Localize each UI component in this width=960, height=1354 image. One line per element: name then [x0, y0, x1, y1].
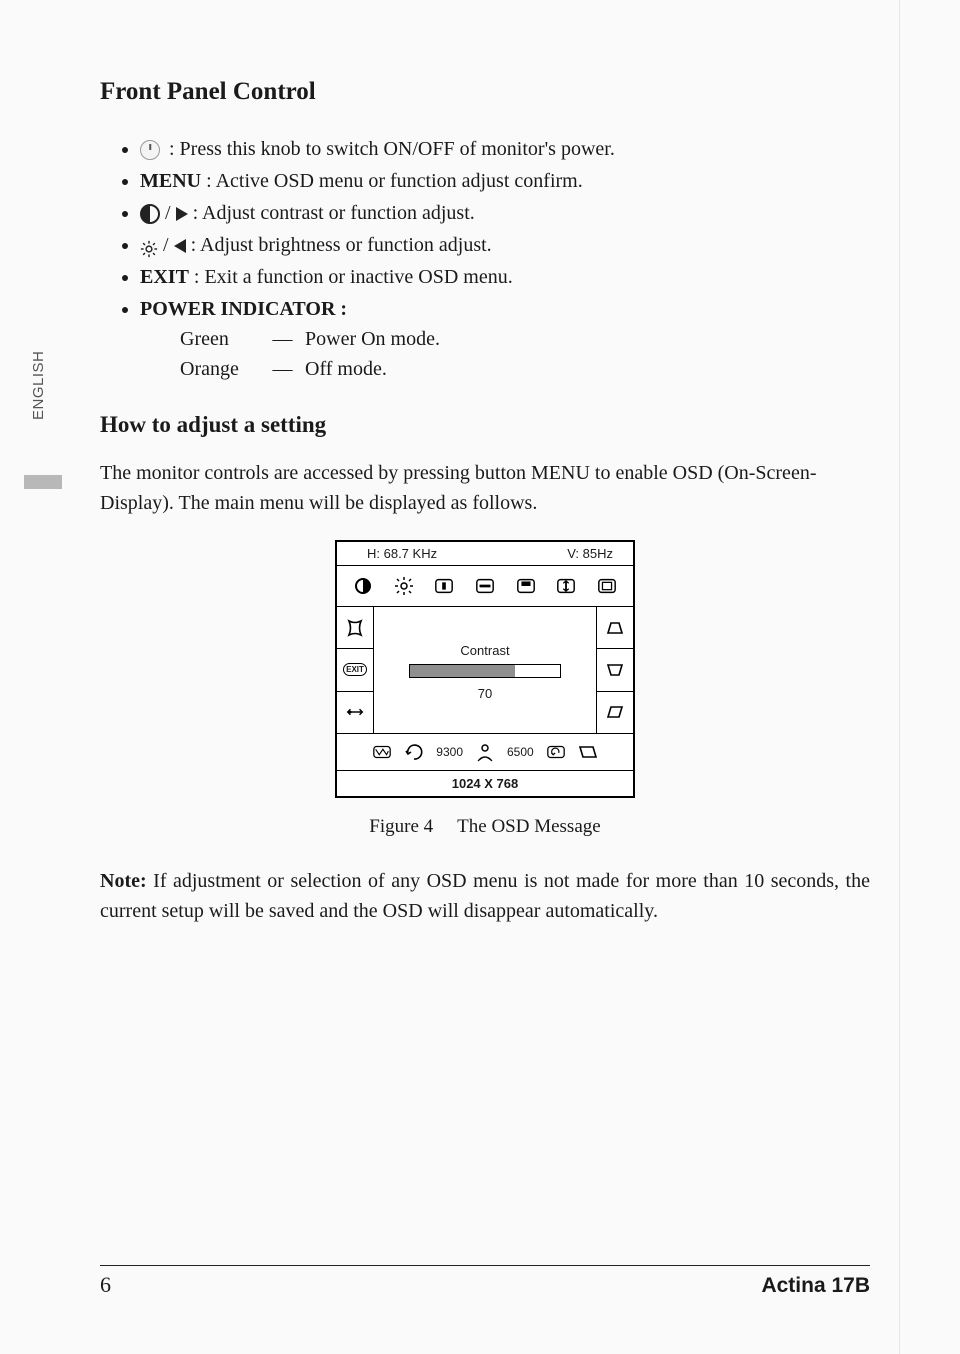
- dash2: —: [260, 354, 305, 384]
- slash2: /: [163, 234, 174, 256]
- control-item-brightness: / : Adjust brightness or function adjust…: [140, 230, 870, 260]
- osd-vsize-icon: [546, 576, 587, 596]
- brand-name: Actina 17B: [761, 1274, 870, 1298]
- section-title: Front Panel Control: [100, 78, 870, 106]
- orange-label: Orange: [180, 354, 260, 384]
- power-text: : Press this knob to switch ON/OFF of mo…: [169, 138, 615, 160]
- slash1: /: [165, 202, 176, 224]
- note-label: Note:: [100, 870, 147, 892]
- osd-move-icon: [337, 692, 373, 733]
- control-item-exit: EXIT : Exit a function or inactive OSD m…: [140, 262, 870, 292]
- intro-paragraph: The monitor controls are accessed by pre…: [100, 458, 870, 518]
- language-tab: [24, 475, 62, 489]
- menu-label: MENU: [140, 170, 201, 192]
- osd-brightness-icon: [384, 576, 425, 596]
- contrast-icon: [140, 204, 160, 224]
- osd-zoom-icon: [586, 576, 627, 596]
- osd-parallelogram2-icon: [578, 742, 598, 762]
- osd-hpos-icon: [424, 576, 465, 596]
- orange-text: Off mode.: [305, 354, 387, 384]
- osd-recall-icon: [546, 742, 566, 762]
- osd-parallelogram-icon: [597, 692, 633, 733]
- triangle-right-icon: [176, 207, 188, 221]
- brightness-text: : Adjust brightness or function adjust.: [191, 234, 492, 256]
- exit-label: EXIT: [140, 266, 189, 288]
- osd-box: H: 68.7 KHz V: 85Hz EXIT Contr: [335, 540, 635, 798]
- menu-text: : Active OSD menu or function adjust con…: [201, 170, 583, 192]
- footer: 6 Actina 17B: [100, 1272, 870, 1298]
- power-knob-icon: [140, 140, 160, 160]
- figure-caption: Figure 4 The OSD Message: [100, 816, 870, 838]
- osd-hsize-icon: [465, 576, 506, 596]
- osd-moire-icon: [372, 742, 392, 762]
- osd-contrast-icon: [343, 576, 384, 596]
- osd-value: 70: [478, 686, 492, 701]
- indicator-block: Green — Power On mode. Orange — Off mode…: [180, 324, 870, 384]
- osd-progress-bar: [409, 664, 561, 678]
- osd-exit-icon: EXIT: [337, 649, 373, 691]
- power-indicator-label: POWER INDICATOR :: [140, 298, 347, 320]
- figure-title: The OSD Message: [457, 816, 601, 837]
- triangle-left-icon: [174, 239, 186, 253]
- footer-rule: [100, 1265, 870, 1266]
- osd-bottom-row: 9300 6500: [337, 734, 633, 771]
- osd-frequency-header: H: 68.7 KHz V: 85Hz: [337, 542, 633, 566]
- control-item-power: : Press this knob to switch ON/OFF of mo…: [140, 134, 870, 164]
- osd-figure: H: 68.7 KHz V: 85Hz EXIT Contr: [335, 540, 635, 798]
- osd-pincushion-icon: [337, 607, 373, 649]
- osd-center-label: Contrast: [460, 643, 509, 658]
- osd-vpos-icon: [505, 576, 546, 596]
- contrast-text: : Adjust contrast or function adjust.: [193, 202, 475, 224]
- page-number: 6: [100, 1272, 111, 1298]
- osd-user-color-icon: [475, 742, 495, 762]
- osd-mid-row: EXIT Contrast 70: [337, 607, 633, 734]
- controls-list: : Press this knob to switch ON/OFF of mo…: [100, 134, 870, 384]
- osd-color-6500: 6500: [507, 745, 534, 759]
- osd-trapezoid-top-icon: [597, 607, 633, 649]
- dash1: —: [260, 324, 305, 354]
- osd-v-freq: V: 85Hz: [567, 546, 613, 561]
- note-paragraph: Note: If adjustment or selection of any …: [100, 866, 870, 926]
- scan-edge: [899, 0, 900, 1354]
- control-item-power-indicator: POWER INDICATOR : Green — Power On mode.…: [140, 294, 870, 384]
- osd-resolution: 1024 X 768: [337, 771, 633, 796]
- subheading-how-to-adjust: How to adjust a setting: [100, 412, 870, 438]
- osd-progress-fill: [410, 665, 515, 677]
- green-text: Power On mode.: [305, 324, 440, 354]
- osd-trapezoid-bottom-icon: [597, 649, 633, 691]
- osd-icon-row-top: [337, 566, 633, 607]
- green-label: Green: [180, 324, 260, 354]
- note-text: If adjustment or selection of any OSD me…: [100, 870, 870, 922]
- osd-h-freq: H: 68.7 KHz: [367, 546, 437, 561]
- osd-rotation-icon: [404, 742, 424, 762]
- document-page: ENGLISH Front Panel Control : Press this…: [0, 0, 960, 1354]
- osd-color-9300: 9300: [436, 745, 463, 759]
- language-label: ENGLISH: [30, 351, 47, 420]
- exit-text: : Exit a function or inactive OSD menu.: [189, 266, 513, 288]
- control-item-contrast: / : Adjust contrast or function adjust.: [140, 198, 870, 228]
- brightness-icon: [140, 237, 158, 255]
- control-item-menu: MENU : Active OSD menu or function adjus…: [140, 166, 870, 196]
- figure-number: Figure 4: [369, 816, 433, 837]
